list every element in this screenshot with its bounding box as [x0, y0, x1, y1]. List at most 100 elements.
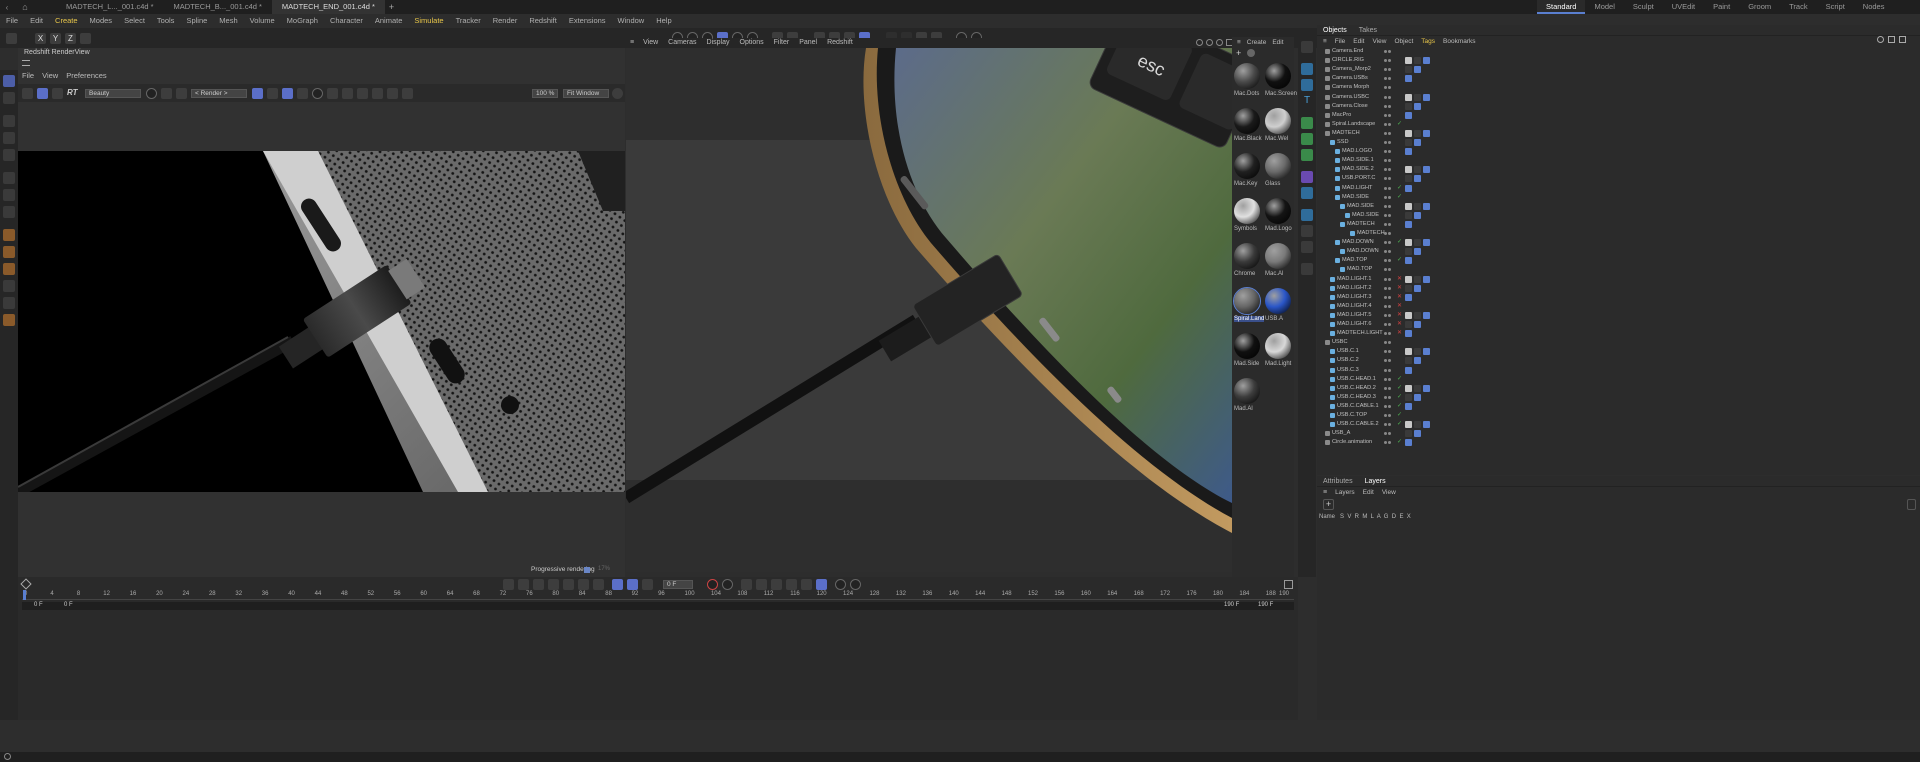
enabled-check-icon[interactable]: ✓: [1397, 256, 1402, 265]
cube-solid-icon[interactable]: [1301, 79, 1313, 91]
object-row[interactable]: USB.C.HEAD.3 ✓: [1317, 393, 1917, 402]
object-tag-icon[interactable]: [1414, 321, 1421, 328]
material-swatch[interactable]: [1265, 333, 1291, 359]
add-material-icon[interactable]: +: [1236, 48, 1241, 58]
next-key-icon[interactable]: [578, 579, 589, 590]
material-swatch[interactable]: [1234, 333, 1260, 359]
visibility-dots[interactable]: [1383, 175, 1397, 182]
renderview-menu-preferences[interactable]: Preferences: [62, 71, 110, 81]
sun-icon[interactable]: [297, 87, 308, 99]
layout-tab-uvedit[interactable]: UVEdit: [1663, 0, 1704, 14]
menu-tools[interactable]: Tools: [151, 15, 181, 27]
material-menu-create[interactable]: Create: [1244, 39, 1270, 46]
material-swatch[interactable]: [1265, 63, 1291, 89]
add-snapshot-icon[interactable]: [372, 87, 383, 99]
menu-edit[interactable]: Edit: [24, 15, 49, 27]
object-row[interactable]: MAD.LIGHT ✓: [1317, 184, 1917, 193]
panel-menu-icon[interactable]: ≡: [1319, 37, 1331, 46]
object-tag-icon[interactable]: [1414, 393, 1421, 401]
visibility-dots[interactable]: [1383, 130, 1397, 137]
renderview-menu-file[interactable]: File: [18, 71, 38, 81]
enabled-check-icon[interactable]: ✓: [1397, 384, 1402, 393]
object-tag-icon[interactable]: [1405, 284, 1412, 292]
object-tag-icon[interactable]: [1423, 202, 1430, 210]
enabled-check-icon[interactable]: ✓: [1397, 402, 1402, 411]
viewport-menu-filter[interactable]: Filter: [769, 38, 795, 48]
visibility-dots[interactable]: [1383, 321, 1397, 328]
visibility-dots[interactable]: [1383, 194, 1397, 201]
visibility-dots[interactable]: [1383, 57, 1397, 64]
menu-tracker[interactable]: Tracker: [450, 15, 487, 27]
material-swatch[interactable]: [1265, 288, 1291, 314]
visibility-dots[interactable]: [1383, 84, 1397, 91]
visibility-dots[interactable]: [1383, 94, 1397, 101]
key-position-icon[interactable]: [741, 579, 752, 590]
object-tag-icon[interactable]: [1423, 421, 1430, 429]
effector-icon[interactable]: [1301, 149, 1313, 161]
visibility-dots[interactable]: [1383, 285, 1397, 292]
object-tag-icon[interactable]: [1414, 384, 1421, 392]
object-tag-icon[interactable]: [1405, 366, 1412, 374]
camera-object-icon[interactable]: [1301, 225, 1313, 237]
material-menu-edit[interactable]: Edit: [1269, 39, 1286, 46]
deformer-icon[interactable]: [1301, 171, 1313, 183]
objects-tab-takes[interactable]: Takes: [1353, 25, 1383, 36]
object-row[interactable]: USBC: [1317, 338, 1917, 347]
object-tag-icon[interactable]: [1405, 211, 1412, 219]
attr-tab-attributes[interactable]: Attributes: [1317, 476, 1359, 487]
timeline-icon[interactable]: [850, 579, 861, 590]
autokey-icon[interactable]: [722, 579, 733, 590]
move-tool-icon[interactable]: [3, 115, 15, 127]
disabled-cross-icon[interactable]: ✕: [1397, 302, 1402, 311]
bucket-icon[interactable]: [282, 87, 293, 99]
axis-z-toggle[interactable]: Z: [65, 32, 76, 44]
object-row[interactable]: MAD.SIDE: [1317, 202, 1917, 211]
grid-view-icon[interactable]: [267, 87, 278, 99]
object-tag-icon[interactable]: [1414, 421, 1421, 429]
viewport-menu-cameras[interactable]: Cameras: [663, 38, 701, 48]
rotate-view-icon[interactable]: [1216, 39, 1223, 46]
enabled-check-icon[interactable]: ✓: [1397, 375, 1402, 384]
object-tag-icon[interactable]: [1423, 129, 1430, 137]
material-swatch[interactable]: [1265, 243, 1291, 269]
light-icon[interactable]: [1301, 241, 1313, 253]
transform-tool-icon[interactable]: [3, 172, 15, 184]
visibility-dots[interactable]: [1383, 348, 1397, 355]
enabled-check-icon[interactable]: ✓: [1397, 438, 1402, 447]
play-icon[interactable]: [548, 579, 559, 590]
visibility-dots[interactable]: [1383, 385, 1397, 392]
object-row[interactable]: MAD.LIGHT.6 ✕: [1317, 320, 1917, 329]
object-tag-icon[interactable]: [1405, 439, 1412, 447]
object-tag-icon[interactable]: [1414, 139, 1421, 146]
object-row[interactable]: USB.C.CABLE.1 ✓: [1317, 402, 1917, 411]
object-row[interactable]: CIRCLE.RIG: [1317, 56, 1917, 65]
panel-menu-icon[interactable]: ≡: [1234, 39, 1244, 46]
cloner-icon[interactable]: [1301, 133, 1313, 145]
menu-spline[interactable]: Spline: [180, 15, 213, 27]
visibility-dots[interactable]: [1383, 312, 1397, 319]
object-tag-icon[interactable]: [1405, 139, 1412, 146]
disabled-cross-icon[interactable]: ✕: [1397, 293, 1402, 302]
object-tag-icon[interactable]: [1405, 430, 1412, 438]
object-row[interactable]: Circle.animation ✓: [1317, 438, 1917, 447]
visibility-dots[interactable]: [1383, 75, 1397, 82]
layers-menu-edit[interactable]: Edit: [1359, 489, 1378, 496]
visibility-dots[interactable]: [1383, 430, 1397, 437]
object-row[interactable]: MAD.TOP: [1317, 265, 1917, 274]
object-tag-icon[interactable]: [1414, 239, 1421, 247]
visibility-dots[interactable]: [1383, 394, 1397, 401]
object-tag-icon[interactable]: [1414, 357, 1421, 365]
side-handle[interactable]: [1907, 499, 1916, 510]
visibility-dots[interactable]: [1383, 185, 1397, 192]
material-swatch[interactable]: [1265, 108, 1291, 134]
object-tag-icon[interactable]: [1414, 102, 1421, 110]
text-icon[interactable]: T: [1301, 95, 1313, 107]
material-swatch[interactable]: [1234, 378, 1260, 404]
viewport-menu-panel[interactable]: Panel: [794, 38, 822, 48]
object-tag-icon[interactable]: [1423, 93, 1430, 101]
objects-menu-tags[interactable]: Tags: [1417, 37, 1439, 46]
layout-tab-nodes[interactable]: Nodes: [1854, 0, 1894, 14]
filter-icon[interactable]: [1888, 36, 1895, 43]
object-tag-icon[interactable]: [1405, 148, 1412, 156]
object-row[interactable]: MAD.LIGHT.5 ✕: [1317, 311, 1917, 320]
